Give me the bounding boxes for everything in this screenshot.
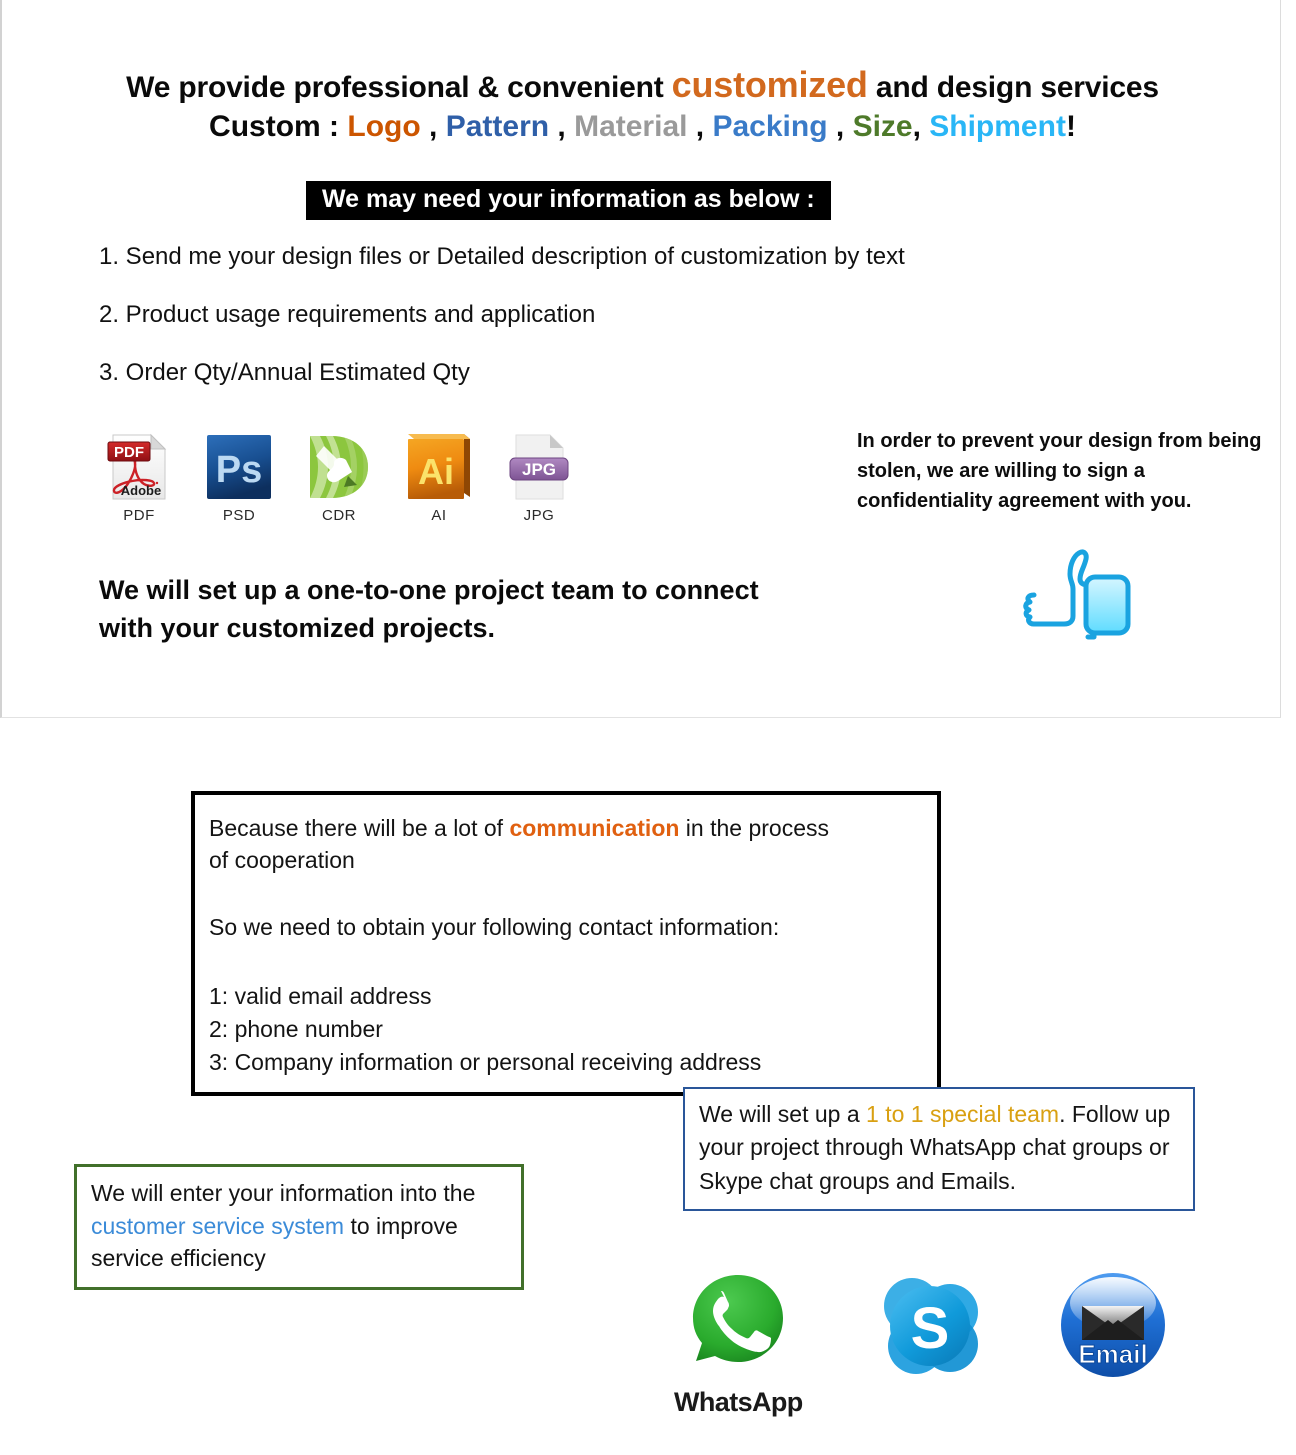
file-format-label: JPG <box>523 507 555 524</box>
custom-option-pattern: Pattern <box>445 110 550 143</box>
page-title: We provide professional & convenient cus… <box>2 64 1283 106</box>
custom-option-packing: Packing <box>712 110 828 143</box>
confidentiality-note: In order to prevent your design from bei… <box>857 430 1262 512</box>
separator: , <box>912 110 930 143</box>
customer-service-text: We will enter your information into the … <box>91 1177 511 1275</box>
thumbs-up-icon <box>1022 545 1138 643</box>
upper-info-panel: We provide professional & convenient cus… <box>0 0 1281 718</box>
special-team-box: We will set up a 1 to 1 special team. Fo… <box>683 1087 1195 1212</box>
file-format-label: PSD <box>222 507 256 524</box>
communication-suffix: in the process <box>679 815 830 841</box>
file-format-cdr: CDR <box>299 432 379 524</box>
exclamation: ! <box>1065 110 1076 143</box>
special-team-highlight: 1 to 1 special team <box>866 1101 1060 1127</box>
whatsapp-icon[interactable] <box>686 1268 790 1385</box>
whatsapp-wordmark: WhatsApp <box>674 1387 803 1417</box>
requirement-item-1: 1. Send me your design files or Detailed… <box>99 243 905 270</box>
customer-service-highlight: customer service system <box>91 1212 345 1239</box>
special-team-prefix: We will set up a <box>699 1101 867 1127</box>
separator: , <box>687 110 713 143</box>
contact-channel-whatsapp[interactable]: WhatsApp <box>674 1268 803 1418</box>
headline-suffix: and design services <box>867 71 1159 104</box>
photoshop-icon: Ps <box>204 432 274 502</box>
customer-service-prefix: We will enter your information into the <box>91 1180 476 1206</box>
requirement-item-2: 2. Product usage requirements and applic… <box>99 301 596 328</box>
communication-intro-line2: of cooperation <box>209 846 355 873</box>
skype-icon[interactable]: S <box>876 1272 984 1385</box>
contact-item-2: 2: phone number <box>209 1015 383 1042</box>
email-icon[interactable]: Email <box>1058 1270 1168 1385</box>
pdf-file-icon: PDF Adobe <box>104 432 174 502</box>
file-format-pdf: PDF Adobe PDF <box>99 432 179 524</box>
separator: , <box>549 110 575 143</box>
svg-text:Ai: Ai <box>418 451 454 492</box>
communication-highlight: communication <box>509 815 680 841</box>
info-request-banner: We may need your information as below : <box>306 181 831 221</box>
svg-text:Adobe: Adobe <box>121 483 161 498</box>
custom-label: Custom : <box>209 110 348 143</box>
headline-prefix: We provide professional & convenient <box>126 71 672 104</box>
custom-option-size: Size <box>852 110 913 143</box>
custom-option-material: Material <box>574 110 688 143</box>
communication-info-box: Because there will be a lot of communica… <box>191 791 941 1097</box>
svg-text:JPG: JPG <box>522 460 556 479</box>
custom-option-logo: Logo <box>347 110 421 143</box>
svg-text:PDF: PDF <box>114 444 144 461</box>
contact-item-1: 1: valid email address <box>209 983 432 1010</box>
contact-channel-skype[interactable]: S <box>876 1272 984 1387</box>
illustrator-icon: Ai <box>404 432 474 502</box>
file-format-jpg: JPG JPG <box>499 432 579 524</box>
contact-channel-icons: WhatsApp S Email <box>660 1268 1200 1438</box>
accepted-file-formats: PDF Adobe PDF Ps PSD CDR Ai AI JPG JPG <box>99 432 579 524</box>
svg-text:S: S <box>911 1296 950 1361</box>
requirement-item-3: 3. Order Qty/Annual Estimated Qty <box>99 359 470 386</box>
communication-intro: Because there will be a lot of communica… <box>209 813 937 845</box>
email-icon-label: Email <box>1078 1339 1147 1369</box>
contact-info-request: So we need to obtain your following cont… <box>209 914 780 941</box>
file-format-psd: Ps PSD <box>199 432 279 524</box>
coreldraw-icon <box>304 432 374 502</box>
separator: , <box>420 110 446 143</box>
file-format-label: AI <box>431 507 447 524</box>
contact-item-3: 3: Company information or personal recei… <box>209 1048 762 1075</box>
customer-service-box: We will enter your information into the … <box>74 1164 524 1290</box>
file-format-label: PDF <box>123 507 155 524</box>
jpg-file-icon: JPG <box>504 432 574 502</box>
headline-customized-word: customized <box>671 64 868 105</box>
separator: , <box>827 110 853 143</box>
svg-text:Ps: Ps <box>216 449 262 491</box>
file-format-ai: Ai AI <box>399 432 479 524</box>
special-team-text: We will set up a 1 to 1 special team. Fo… <box>699 1098 1181 1198</box>
file-format-label: CDR <box>322 507 356 524</box>
contact-channel-email[interactable]: Email <box>1058 1270 1168 1387</box>
project-team-statement: We will set up a one-to-one project team… <box>99 575 759 643</box>
custom-options-line: Custom : Logo , Pattern , Material , Pac… <box>2 110 1283 144</box>
custom-option-shipment: Shipment <box>929 110 1066 143</box>
communication-prefix: Because there will be a lot of <box>209 815 510 841</box>
